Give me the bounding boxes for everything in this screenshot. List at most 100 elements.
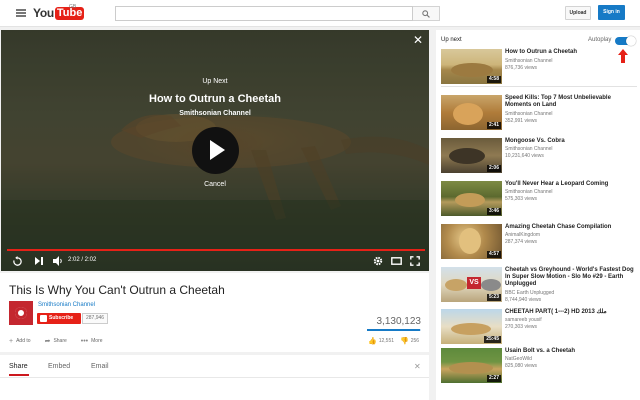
duration-badge: 25:45 <box>484 336 501 343</box>
video-channel: samareeb yousif <box>505 317 542 323</box>
replay-icon[interactable] <box>12 256 23 267</box>
related-video-item[interactable]: 3:46 You'll Never Hear a Leopard Coming … <box>441 181 637 217</box>
video-thumbnail[interactable]: 4:58 <box>441 49 502 84</box>
more-button[interactable]: ••• More <box>81 338 103 345</box>
video-channel: BBC Earth Unplugged <box>505 290 555 296</box>
upload-button[interactable]: Upload <box>565 6 591 20</box>
related-video-item[interactable]: 25:45 CHEETAH PART( 1---2) HD 2013 ملك s… <box>441 309 637 345</box>
section-divider <box>441 86 637 87</box>
duration-badge: 2:41 <box>486 122 501 129</box>
duration-badge: 3:46 <box>486 208 501 215</box>
view-count: 3,130,123 <box>376 316 422 327</box>
video-title-link[interactable]: Usain Bolt vs. a Cheetah <box>505 348 637 355</box>
duration-badge: 2:27 <box>486 375 501 382</box>
video-channel: Smithsonian Channel <box>505 111 553 117</box>
video-thumbnail[interactable]: 3:46 <box>441 181 502 216</box>
upnext-overlay-label: Up Next <box>202 78 228 85</box>
play-next-button[interactable] <box>192 127 239 174</box>
video-title-link[interactable]: You'll Never Hear a Leopard Coming <box>505 181 637 188</box>
next-icon[interactable] <box>34 256 44 266</box>
video-thumbnail[interactable]: 2:41 <box>441 95 502 130</box>
duration-badge: 4:57 <box>486 251 501 258</box>
tab-share[interactable]: Share <box>9 363 28 370</box>
channel-name-link[interactable]: Smithsonian Channel <box>38 302 95 308</box>
close-upnext-icon[interactable]: ✕ <box>413 34 423 46</box>
volume-icon[interactable] <box>53 256 63 266</box>
video-views: 876,736 views <box>505 65 537 71</box>
video-info-card: This Is Why You Can't Outrun a Cheetah S… <box>0 273 429 352</box>
search-button[interactable] <box>413 6 440 21</box>
tab-embed[interactable]: Embed <box>48 363 70 370</box>
progress-bar[interactable] <box>7 249 425 251</box>
video-thumbnail[interactable]: VS 5:23 <box>441 267 502 302</box>
theater-mode-icon[interactable] <box>391 256 402 266</box>
search-input[interactable] <box>115 6 413 21</box>
subscribe-button[interactable]: Subscribe <box>37 313 81 324</box>
add-to-label: Add to <box>16 338 31 344</box>
dislike-count: 256 <box>410 338 420 344</box>
channel-avatar[interactable] <box>9 301 33 325</box>
video-views: 287,374 views <box>505 239 537 245</box>
related-video-item[interactable]: VS 5:23 Cheetah vs Greyhound - World's F… <box>441 267 637 303</box>
autoplay-label: Autoplay <box>588 37 612 43</box>
settings-gear-icon[interactable] <box>373 256 383 266</box>
related-video-item[interactable]: 2:41 Speed Kills: Top 7 Most Unbelievabl… <box>441 95 637 131</box>
thumb-animal-shape <box>451 323 491 335</box>
video-channel: AnimalKingdom <box>505 232 541 238</box>
related-video-item[interactable]: 2:27 Usain Bolt vs. a Cheetah NatGeoWild… <box>441 348 637 384</box>
thumb-animal-shape <box>449 148 485 164</box>
video-title-link[interactable]: Amazing Cheetah Chase Compilation <box>505 224 637 231</box>
active-tab-indicator <box>9 374 29 376</box>
like-ratio-bar <box>367 329 421 331</box>
sign-in-button[interactable]: Sign in <box>598 5 625 20</box>
video-title: This Is Why You Can't Outrun a Cheetah <box>9 283 225 297</box>
logo-you-text: You <box>33 6 54 20</box>
video-title-link[interactable]: CHEETAH PART( 1---2) HD 2013 ملك <box>505 309 637 316</box>
thumb-vs-badge: VS <box>467 277 481 289</box>
video-player[interactable]: ✕ Up Next How to Outrun a Cheetah Smiths… <box>1 30 429 271</box>
youtube-logo[interactable]: You Tube GB <box>33 4 85 21</box>
like-ratio-fill <box>367 329 420 331</box>
video-views: 10,231,640 views <box>505 153 544 159</box>
upnext-video-item[interactable]: 4:58 How to Outrun a Cheetah Smithsonian… <box>441 49 637 85</box>
video-title-link[interactable]: Speed Kills: Top 7 Most Unbelievable Mom… <box>505 95 637 109</box>
close-share-icon[interactable]: ✕ <box>414 362 421 371</box>
thumb-animal-shape <box>455 193 485 207</box>
video-title-link[interactable]: Cheetah vs Greyhound - World's Fastest D… <box>505 267 637 288</box>
fullscreen-icon[interactable] <box>410 256 420 266</box>
upnext-overlay-channel: Smithsonian Channel <box>179 110 251 117</box>
video-title-link[interactable]: Mongoose Vs. Cobra <box>505 138 637 145</box>
video-channel: Smithsonian Channel <box>505 146 553 152</box>
add-to-button[interactable]: + Add to <box>9 338 31 345</box>
related-video-item[interactable]: 4:57 Amazing Cheetah Chase Compilation A… <box>441 224 637 260</box>
watch-sidebar: Up next Autoplay 4:58 How to Outrun a Ch… <box>436 30 640 400</box>
video-views: 575,303 views <box>505 196 537 202</box>
video-thumbnail[interactable]: 2:27 <box>441 348 502 383</box>
thumb-animal-shape <box>459 228 481 254</box>
thumbs-up-icon[interactable]: 👍 <box>368 337 377 345</box>
related-video-item[interactable]: 2:06 Mongoose Vs. Cobra Smithsonian Chan… <box>441 138 637 174</box>
video-channel: NatGeoWild <box>505 356 532 362</box>
thumb-animal-shape <box>449 362 493 374</box>
video-channel: Smithsonian Channel <box>505 189 553 195</box>
video-thumbnail[interactable]: 2:06 <box>441 138 502 173</box>
video-title-link[interactable]: How to Outrun a Cheetah <box>505 49 637 56</box>
more-dots-icon: ••• <box>80 337 89 345</box>
tab-email[interactable]: Email <box>91 363 109 370</box>
cancel-autoplay-button[interactable]: Cancel <box>1 181 429 188</box>
hamburger-menu-icon[interactable] <box>16 9 26 17</box>
share-panel: Share Embed Email ✕ <box>0 355 429 400</box>
duration-badge: 4:58 <box>486 76 501 83</box>
thumbs-down-icon[interactable]: 👎 <box>400 337 409 345</box>
upnext-overlay-title[interactable]: How to Outrun a Cheetah <box>1 93 429 105</box>
video-thumbnail[interactable]: 25:45 <box>441 309 502 344</box>
logo-region-code: GB <box>69 4 77 10</box>
like-dislike-row: 👍 12,551 👎 256 <box>366 337 419 345</box>
up-next-heading: Up next <box>441 37 462 43</box>
video-views: 8,744,940 views <box>505 297 542 303</box>
thumb-animal-shape <box>453 103 483 125</box>
thumb-animal-shape <box>451 63 493 77</box>
share-button[interactable]: ➦ Share <box>45 337 67 345</box>
autoplay-toggle[interactable] <box>615 36 636 46</box>
video-thumbnail[interactable]: 4:57 <box>441 224 502 259</box>
